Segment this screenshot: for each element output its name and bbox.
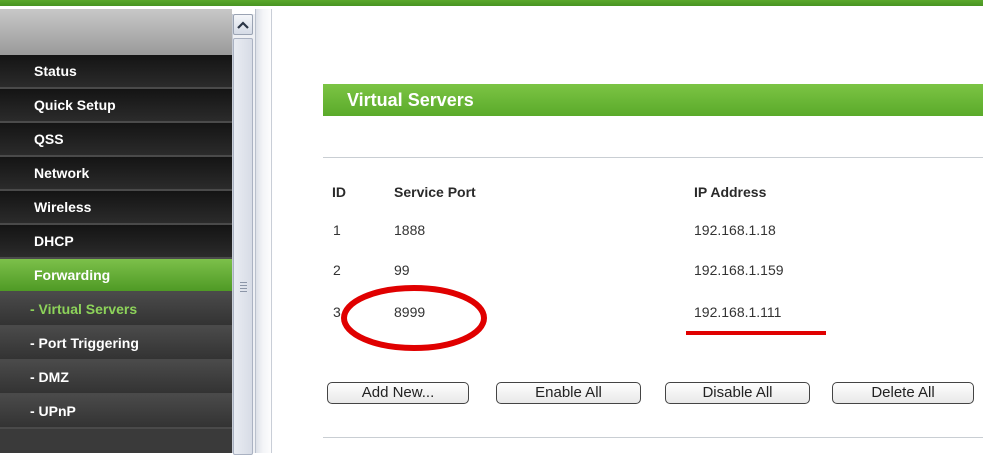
page-title-bar: Virtual Servers <box>323 84 983 116</box>
cell-service-port: 1888 <box>394 222 426 238</box>
scroll-thumb[interactable] <box>233 38 253 455</box>
cell-ip-address: 192.168.1.18 <box>694 222 776 238</box>
cell-id: 3 <box>333 304 341 320</box>
frame-border <box>271 9 272 453</box>
sidebar-item-virtual-servers[interactable]: - Virtual Servers <box>0 293 232 327</box>
sidebar-item-dmz[interactable]: - DMZ <box>0 361 232 395</box>
sidebar-header <box>0 9 232 55</box>
sidebar-item-upnp[interactable]: - UPnP <box>0 395 232 429</box>
sidebar-item-port-triggering[interactable]: - Port Triggering <box>0 327 232 361</box>
cell-id: 1 <box>333 222 341 238</box>
cell-id: 2 <box>333 262 341 278</box>
grip-line <box>240 285 247 286</box>
column-header-id: ID <box>332 184 346 200</box>
cell-ip-address: 192.168.1.111 <box>694 304 782 320</box>
sidebar-item-dhcp[interactable]: DHCP <box>0 225 232 259</box>
scroll-up-button[interactable] <box>233 14 253 35</box>
cell-ip-address: 192.168.1.159 <box>694 262 784 278</box>
divider-top <box>323 157 983 158</box>
disable-all-button[interactable]: Disable All <box>665 382 810 404</box>
menu-list: Status Quick Setup QSS Network Wireless … <box>0 55 232 429</box>
cell-service-port: 99 <box>394 262 410 278</box>
column-header-service-port: Service Port <box>394 184 476 200</box>
column-header-ip-address: IP Address <box>694 184 767 200</box>
sidebar-item-qss[interactable]: QSS <box>0 123 232 157</box>
grip-line <box>240 282 247 283</box>
sidebar-item-quick-setup[interactable]: Quick Setup <box>0 89 232 123</box>
enable-all-button[interactable]: Enable All <box>496 382 641 404</box>
add-new-button[interactable]: Add New... <box>327 382 469 404</box>
annotation-underline <box>686 331 826 335</box>
grip-line <box>240 288 247 289</box>
divider-bottom <box>323 437 983 438</box>
chevron-up-icon <box>237 20 249 29</box>
sidebar-menu: Status Quick Setup QSS Network Wireless … <box>0 9 232 453</box>
sidebar-item-forwarding[interactable]: Forwarding <box>0 259 232 293</box>
sidebar-item-network[interactable]: Network <box>0 157 232 191</box>
cell-service-port: 8999 <box>394 304 426 320</box>
sidebar-item-status[interactable]: Status <box>0 55 232 89</box>
sidebar-item-wireless[interactable]: Wireless <box>0 191 232 225</box>
delete-all-button[interactable]: Delete All <box>832 382 974 404</box>
page-title: Virtual Servers <box>347 90 474 110</box>
grip-line <box>240 291 247 292</box>
